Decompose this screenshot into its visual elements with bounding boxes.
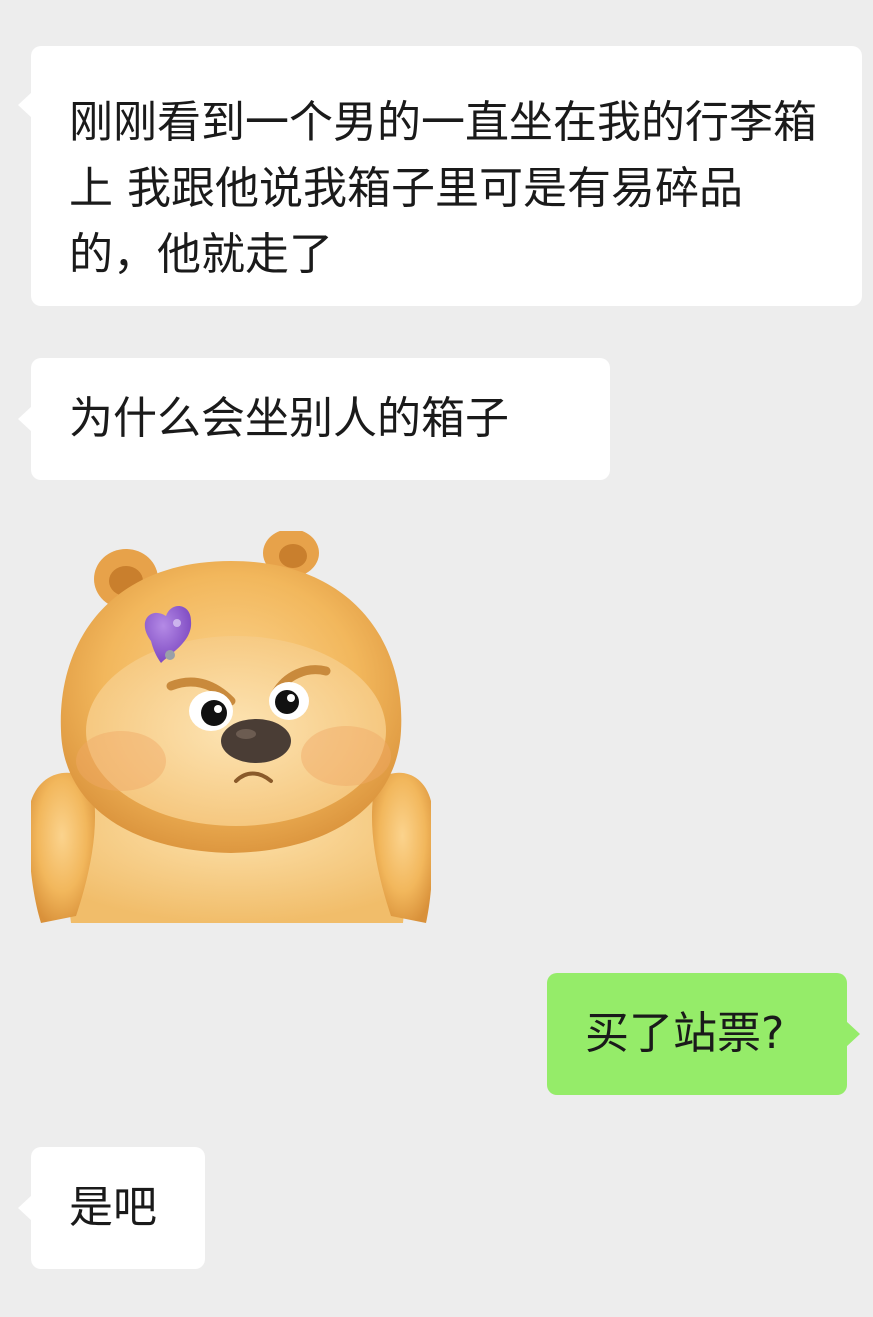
bubble-tail: [18, 1195, 32, 1221]
message-text: 为什么会坐别人的箱子: [69, 393, 509, 444]
bubble-tail: [846, 1021, 860, 1047]
angry-hamster-sticker-icon[interactable]: [29, 529, 434, 923]
message-text: 买了站票?: [585, 1008, 785, 1059]
hamster-illustration: [29, 529, 434, 923]
incoming-message-bubble[interactable]: 刚刚看到一个男的一直坐在我的行李箱上 我跟他说我箱子里可是有易碎品的，他就走了: [18, 46, 862, 306]
chat-area[interactable]: 刚刚看到一个男的一直坐在我的行李箱上 我跟他说我箱子里可是有易碎品的，他就走了 …: [0, 0, 873, 1317]
bubble-tail: [18, 92, 32, 118]
message-text: 刚刚看到一个男的一直坐在我的行李箱上 我跟他说我箱子里可是有易碎品的，他就走了: [69, 97, 817, 280]
outgoing-message-bubble[interactable]: 买了站票?: [547, 973, 860, 1095]
message-text: 是吧: [69, 1182, 157, 1233]
incoming-message-bubble[interactable]: 为什么会坐别人的箱子: [18, 358, 610, 480]
incoming-message-bubble[interactable]: 是吧: [18, 1147, 205, 1269]
bubble-tail: [18, 406, 32, 432]
